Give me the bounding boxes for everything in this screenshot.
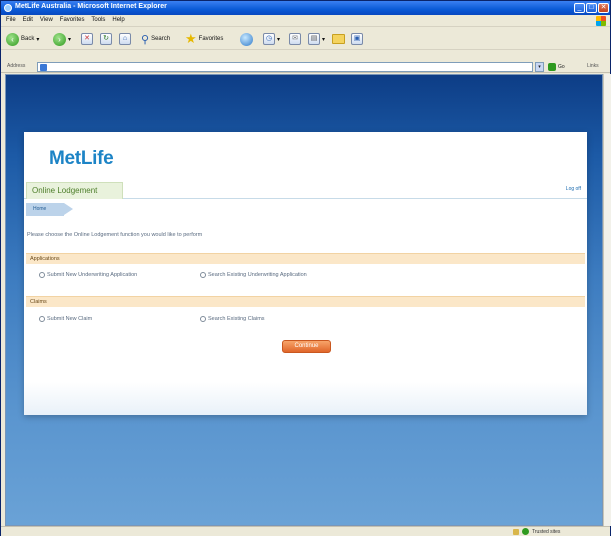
refresh-button[interactable]: ↻ <box>100 32 112 46</box>
favorites-star-icon: ★ <box>185 31 197 46</box>
media-button[interactable] <box>240 32 253 46</box>
radio-button[interactable] <box>200 272 206 278</box>
option-label: Submit New Claim <box>47 316 93 322</box>
tab-bar: Online Lodgement Log off <box>24 182 587 199</box>
zone-label: Trusted sites <box>532 528 561 535</box>
address-bar: Address ▾ Go Links <box>1 61 610 73</box>
option-submit-new-application[interactable]: Submit New Underwriting Application <box>39 272 137 278</box>
title-bar: MetLife Australia - Microsoft Internet E… <box>1 1 610 15</box>
address-input[interactable] <box>37 62 533 72</box>
home-icon: ⌂ <box>119 33 131 45</box>
section-heading: Claims <box>30 299 47 305</box>
search-button[interactable]: ⚲ Search <box>141 32 170 46</box>
browser-window: MetLife Australia - Microsoft Internet E… <box>0 0 611 536</box>
breadcrumb-home: Home <box>33 206 47 212</box>
menu-bar: File Edit View Favorites Tools Help <box>1 15 610 27</box>
panel-bottom-fade <box>24 382 587 415</box>
close-button[interactable]: ✕ <box>598 3 609 13</box>
folder-icon <box>332 34 345 44</box>
forward-dropdown-icon: ▾ <box>68 36 72 43</box>
metlife-logo: MetLife <box>49 148 114 169</box>
lock-icon <box>513 528 519 535</box>
menu-file[interactable]: File <box>6 17 16 23</box>
section-claims: Claims <box>26 296 585 307</box>
stop-icon: ✕ <box>81 33 93 45</box>
mail-button[interactable]: ✉ <box>289 32 301 46</box>
forward-button[interactable]: › ▾ <box>53 32 71 46</box>
logoff-link[interactable]: Log off <box>566 186 581 192</box>
links-button[interactable]: Links <box>587 63 599 69</box>
stop-button[interactable]: ✕ <box>81 32 93 46</box>
option-label: Search Existing Underwriting Application <box>208 272 307 278</box>
menu-tools[interactable]: Tools <box>91 17 105 23</box>
go-button[interactable]: Go <box>548 62 565 72</box>
tab-online-lodgement[interactable]: Online Lodgement <box>26 182 123 199</box>
maximize-button[interactable]: □ <box>586 3 597 13</box>
toolbar: ‹ Back ▾ › ▾ ✕ ↻ ⌂ ⚲ Search ★ Favorites … <box>1 28 610 50</box>
print-dropdown-icon: ▾ <box>322 36 326 43</box>
address-dropdown-button[interactable]: ▾ <box>535 62 544 72</box>
option-label: Submit New Underwriting Application <box>47 272 138 278</box>
menu-favorites[interactable]: Favorites <box>60 17 85 23</box>
windows-logo-icon <box>596 16 606 26</box>
section-applications: Applications <box>26 253 585 264</box>
trusted-zone-icon <box>522 528 529 535</box>
print-icon: ▤ <box>308 33 320 45</box>
search-icon: ⚲ <box>141 33 150 46</box>
refresh-icon: ↻ <box>100 33 112 45</box>
breadcrumb[interactable]: Home <box>26 203 73 216</box>
menu-view[interactable]: View <box>40 17 53 23</box>
address-label: Address <box>7 63 26 69</box>
radio-button[interactable] <box>200 316 206 322</box>
option-label: Search Existing Claims <box>208 316 265 322</box>
home-button[interactable]: ⌂ <box>119 32 131 46</box>
tab-label: Online Lodgement <box>32 186 98 195</box>
status-bar: Trusted sites <box>1 526 610 536</box>
search-label: Search <box>151 36 171 42</box>
history-dropdown-icon: ▾ <box>277 36 281 43</box>
back-button[interactable]: ‹ Back ▾ <box>6 32 39 46</box>
minimize-button[interactable]: _ <box>574 3 585 13</box>
back-label: Back <box>21 36 35 42</box>
folder-button[interactable] <box>332 32 345 46</box>
history-icon: ◷ <box>263 33 275 45</box>
print-button[interactable]: ▤ ▾ <box>308 32 325 46</box>
option-search-existing-application[interactable]: Search Existing Underwriting Application <box>200 272 307 278</box>
lodgement-panel: MetLife Online Lodgement Log off Home Pl… <box>24 132 587 415</box>
page-icon <box>40 64 47 71</box>
window-title: MetLife Australia - Microsoft Internet E… <box>15 3 167 10</box>
menu-help[interactable]: Help <box>112 17 124 23</box>
menu-edit[interactable]: Edit <box>23 17 33 23</box>
back-dropdown-icon: ▾ <box>36 36 40 43</box>
messenger-icon: ▣ <box>351 33 363 45</box>
vertical-scrollbar[interactable] <box>603 74 611 526</box>
option-search-existing-claims[interactable]: Search Existing Claims <box>200 316 265 322</box>
security-zone: Trusted sites <box>513 528 560 535</box>
favorites-button[interactable]: ★ Favorites <box>185 32 223 46</box>
go-arrow-icon <box>548 63 556 71</box>
continue-button[interactable]: Continue <box>282 340 331 353</box>
favorites-label: Favorites <box>198 36 224 42</box>
back-arrow-icon: ‹ <box>6 32 19 46</box>
mail-icon: ✉ <box>289 33 301 45</box>
forward-arrow-icon: › <box>53 32 66 46</box>
ie-logo-icon <box>4 4 12 12</box>
intro-text: Please choose the Online Lodgement funct… <box>27 232 203 238</box>
option-submit-new-claim[interactable]: Submit New Claim <box>39 316 92 322</box>
history-button[interactable]: ◷ ▾ <box>263 32 280 46</box>
messenger-button[interactable]: ▣ <box>351 32 363 46</box>
media-icon <box>240 32 253 46</box>
radio-button[interactable] <box>39 316 45 322</box>
section-heading: Applications <box>30 256 60 262</box>
go-label: Go <box>558 64 565 70</box>
radio-button[interactable] <box>39 272 45 278</box>
